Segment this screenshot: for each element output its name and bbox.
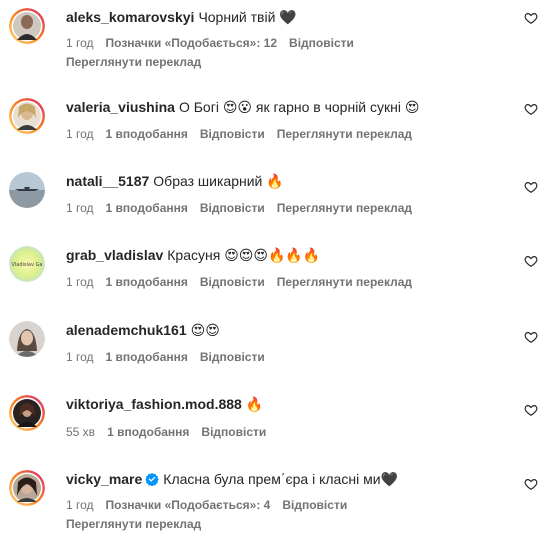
timestamp[interactable]: 1 год bbox=[66, 201, 94, 215]
comment-line: aleks_komarovskyi Чорний твій 🖤 bbox=[66, 8, 297, 26]
heart-outline-icon bbox=[524, 330, 538, 344]
reply-button[interactable]: Відповісти bbox=[201, 425, 266, 439]
avatar[interactable] bbox=[9, 8, 45, 44]
timestamp[interactable]: 1 год bbox=[66, 275, 94, 289]
heart-outline-icon bbox=[524, 180, 538, 194]
username[interactable]: valeria_viushina bbox=[66, 99, 175, 115]
comment-text: Красуня 😍😍😍🔥🔥🔥 bbox=[167, 247, 321, 263]
like-button[interactable] bbox=[524, 11, 538, 25]
username[interactable]: grab_vladislav bbox=[66, 247, 163, 263]
like-button[interactable] bbox=[524, 330, 538, 344]
avatar[interactable] bbox=[9, 470, 45, 506]
like-button[interactable] bbox=[524, 477, 538, 491]
username[interactable]: vicky_mare bbox=[66, 471, 142, 487]
comment-line: grab_vladislav Красуня 😍😍😍🔥🔥🔥 bbox=[66, 246, 320, 264]
comment-line: vicky_mare Класна була прем΄єра і класні … bbox=[66, 470, 398, 488]
likes-count[interactable]: 1 вподобання bbox=[106, 275, 188, 289]
comment-meta: 1 год 1 вподобання Відповісти Переглянути п… bbox=[66, 126, 424, 142]
comment-meta: 1 год Позначки «Подобається»: 4 Відповісти bbox=[66, 497, 359, 513]
likes-count[interactable]: 1 вподобання bbox=[106, 350, 188, 364]
avatar[interactable] bbox=[9, 395, 45, 431]
like-button[interactable] bbox=[524, 403, 538, 417]
username[interactable]: viktoriya_fashion.mod.888 bbox=[66, 396, 242, 412]
comment-text: 😍😍 bbox=[190, 322, 220, 338]
comment-meta: 1 год 1 вподобання Відповісти Переглянути п… bbox=[66, 200, 424, 216]
like-button[interactable] bbox=[524, 102, 538, 116]
comment-text: Чорний твій 🖤 bbox=[198, 9, 297, 25]
likes-count[interactable]: 1 вподобання bbox=[107, 425, 189, 439]
verified-badge-icon bbox=[145, 472, 160, 487]
comment-meta: 1 год 1 вподобання Відповісти Переглянути п… bbox=[66, 274, 424, 290]
reply-button[interactable]: Відповісти bbox=[200, 127, 265, 141]
see-translation-button[interactable]: Переглянути переклад bbox=[66, 516, 201, 532]
reply-button[interactable]: Відповісти bbox=[289, 36, 354, 50]
heart-outline-icon bbox=[524, 477, 538, 491]
username[interactable]: aleks_komarovskyi bbox=[66, 9, 194, 25]
timestamp[interactable]: 1 год bbox=[66, 350, 94, 364]
comment-meta: 55 хв 1 вподобання Відповісти bbox=[66, 424, 278, 440]
comment-line: viktoriya_fashion.mod.888 🔥 bbox=[66, 395, 263, 413]
heart-outline-icon bbox=[524, 102, 538, 116]
likes-count[interactable]: Позначки «Подобається»: 4 bbox=[106, 498, 271, 512]
see-translation-button[interactable]: Переглянути переклад bbox=[277, 275, 412, 289]
like-button[interactable] bbox=[524, 180, 538, 194]
timestamp[interactable]: 1 год bbox=[66, 127, 94, 141]
comment-text: О Богі 😍😮 як гарно в чорній сукні 😍 bbox=[178, 99, 420, 115]
heart-outline-icon bbox=[524, 11, 538, 25]
see-translation-button[interactable]: Переглянути переклад bbox=[277, 127, 412, 141]
comment-line: natali__5187 Образ шикарний 🔥 bbox=[66, 172, 284, 190]
avatar[interactable] bbox=[9, 172, 45, 208]
heart-outline-icon bbox=[524, 403, 538, 417]
comment-meta: 1 год Позначки «Подобається»: 12 Відповіст… bbox=[66, 35, 366, 51]
likes-count[interactable]: 1 вподобання bbox=[106, 201, 188, 215]
avatar-text: Vladislav Ga bbox=[12, 262, 43, 268]
comment-text: Класна була прем΄єра і класні ми🖤 bbox=[163, 471, 398, 487]
comment-line: valeria_viushina О Богі 😍😮 як гарно в чор… bbox=[66, 98, 419, 116]
reply-button[interactable]: Відповісти bbox=[200, 350, 265, 364]
avatar[interactable]: Vladislav Ga bbox=[9, 246, 45, 282]
avatar[interactable] bbox=[9, 98, 45, 134]
avatar[interactable] bbox=[9, 321, 45, 357]
username[interactable]: alenademchuk161 bbox=[66, 322, 187, 338]
heart-outline-icon bbox=[524, 254, 538, 268]
like-button[interactable] bbox=[524, 254, 538, 268]
see-translation-button[interactable]: Переглянути переклад bbox=[66, 54, 201, 70]
reply-button[interactable]: Відповісти bbox=[200, 201, 265, 215]
comment-text: 🔥 bbox=[245, 396, 264, 412]
reply-button[interactable]: Відповісти bbox=[282, 498, 347, 512]
timestamp[interactable]: 1 год bbox=[66, 36, 94, 50]
comment-meta: 1 год 1 вподобання Відповісти bbox=[66, 349, 277, 365]
see-translation-button[interactable]: Переглянути переклад bbox=[277, 201, 412, 215]
likes-count[interactable]: Позначки «Подобається»: 12 bbox=[106, 36, 277, 50]
timestamp[interactable]: 55 хв bbox=[66, 425, 95, 439]
comment-line: alenademchuk161 😍😍 bbox=[66, 321, 220, 339]
reply-button[interactable]: Відповісти bbox=[200, 275, 265, 289]
likes-count[interactable]: 1 вподобання bbox=[106, 127, 188, 141]
comment-text: Образ шикарний 🔥 bbox=[153, 173, 284, 189]
timestamp[interactable]: 1 год bbox=[66, 498, 94, 512]
username[interactable]: natali__5187 bbox=[66, 173, 149, 189]
